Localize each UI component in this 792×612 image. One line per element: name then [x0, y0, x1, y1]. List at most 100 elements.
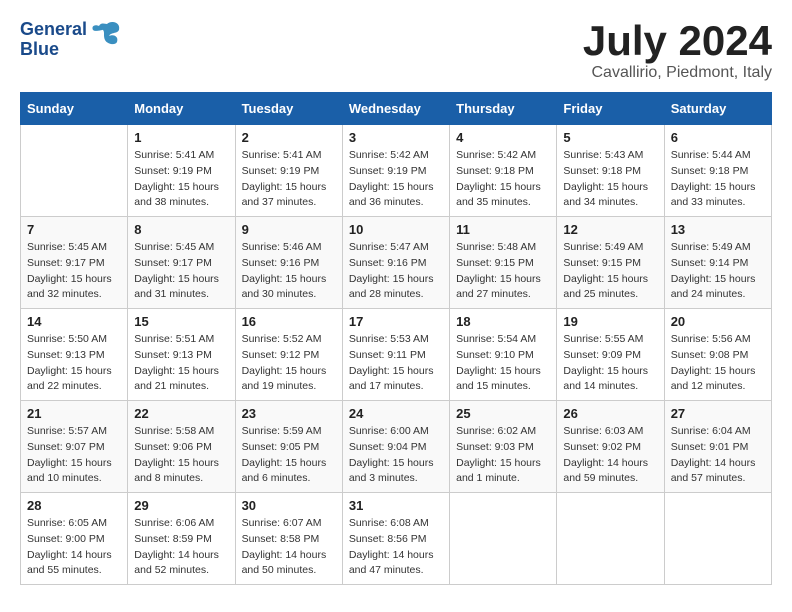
calendar-cell: 28 Sunrise: 6:05 AM Sunset: 9:00 PM Dayli… [21, 493, 128, 585]
day-number: 28 [27, 498, 121, 513]
calendar-cell [664, 493, 771, 585]
calendar-cell: 17 Sunrise: 5:53 AM Sunset: 9:11 PM Dayli… [342, 309, 449, 401]
day-number: 8 [134, 222, 228, 237]
day-number: 5 [563, 130, 657, 145]
calendar-cell: 12 Sunrise: 5:49 AM Sunset: 9:15 PM Dayli… [557, 217, 664, 309]
day-info: Sunrise: 5:51 AM Sunset: 9:13 PM Dayligh… [134, 332, 228, 395]
calendar-cell: 21 Sunrise: 5:57 AM Sunset: 9:07 PM Dayli… [21, 401, 128, 493]
calendar-cell: 14 Sunrise: 5:50 AM Sunset: 9:13 PM Dayli… [21, 309, 128, 401]
day-number: 16 [242, 314, 336, 329]
calendar-cell: 18Sunrise: 5:54 AM Sunset: 9:10 PM Dayli… [450, 309, 557, 401]
title-section: July 2024 Cavallirio, Piedmont, Italy [583, 20, 772, 82]
day-number: 23 [242, 406, 336, 421]
calendar-cell [21, 125, 128, 217]
header-day-tuesday: Tuesday [235, 93, 342, 125]
day-number: 17 [349, 314, 443, 329]
day-number: 25 [456, 406, 550, 421]
day-info: Sunrise: 5:41 AM Sunset: 9:19 PM Dayligh… [134, 148, 228, 211]
day-info: Sunrise: 5:54 AM Sunset: 9:10 PM Dayligh… [456, 332, 550, 395]
logo-bird-icon [89, 16, 125, 57]
day-info: Sunrise: 5:59 AM Sunset: 9:05 PM Dayligh… [242, 424, 336, 487]
day-number: 19 [563, 314, 657, 329]
day-number: 24 [349, 406, 443, 421]
calendar-week-row: 28 Sunrise: 6:05 AM Sunset: 9:00 PM Dayli… [21, 493, 772, 585]
header-day-monday: Monday [128, 93, 235, 125]
day-info: Sunrise: 5:56 AM Sunset: 9:08 PM Dayligh… [671, 332, 765, 395]
day-info: Sunrise: 5:46 AM Sunset: 9:16 PM Dayligh… [242, 240, 336, 303]
day-number: 6 [671, 130, 765, 145]
calendar-cell [450, 493, 557, 585]
day-info: Sunrise: 5:52 AM Sunset: 9:12 PM Dayligh… [242, 332, 336, 395]
day-info: Sunrise: 5:43 AM Sunset: 9:18 PM Dayligh… [563, 148, 657, 211]
calendar-cell: 4Sunrise: 5:42 AM Sunset: 9:18 PM Daylig… [450, 125, 557, 217]
day-number: 22 [134, 406, 228, 421]
day-info: Sunrise: 6:07 AM Sunset: 8:58 PM Dayligh… [242, 516, 336, 579]
header: General Blue July 2024 Cavallirio, Piedm… [20, 20, 772, 82]
calendar-cell: 1Sunrise: 5:41 AM Sunset: 9:19 PM Daylig… [128, 125, 235, 217]
day-info: Sunrise: 5:48 AM Sunset: 9:15 PM Dayligh… [456, 240, 550, 303]
day-number: 26 [563, 406, 657, 421]
calendar-cell: 15 Sunrise: 5:51 AM Sunset: 9:13 PM Dayli… [128, 309, 235, 401]
day-info: Sunrise: 5:49 AM Sunset: 9:14 PM Dayligh… [671, 240, 765, 303]
day-info: Sunrise: 6:04 AM Sunset: 9:01 PM Dayligh… [671, 424, 765, 487]
day-info: Sunrise: 5:49 AM Sunset: 9:15 PM Dayligh… [563, 240, 657, 303]
calendar-cell: 2 Sunrise: 5:41 AM Sunset: 9:19 PM Daylig… [235, 125, 342, 217]
day-info: Sunrise: 6:02 AM Sunset: 9:03 PM Dayligh… [456, 424, 550, 487]
day-info: Sunrise: 5:57 AM Sunset: 9:07 PM Dayligh… [27, 424, 121, 487]
calendar-cell: 23 Sunrise: 5:59 AM Sunset: 9:05 PM Dayli… [235, 401, 342, 493]
day-number: 14 [27, 314, 121, 329]
calendar-cell: 20 Sunrise: 5:56 AM Sunset: 9:08 PM Dayli… [664, 309, 771, 401]
day-number: 21 [27, 406, 121, 421]
day-number: 29 [134, 498, 228, 513]
logo: General Blue [20, 20, 125, 60]
calendar-cell: 22 Sunrise: 5:58 AM Sunset: 9:06 PM Dayli… [128, 401, 235, 493]
calendar-header-row: SundayMondayTuesdayWednesdayThursdayFrid… [21, 93, 772, 125]
calendar-cell: 8 Sunrise: 5:45 AM Sunset: 9:17 PM Daylig… [128, 217, 235, 309]
calendar-cell: 25 Sunrise: 6:02 AM Sunset: 9:03 PM Dayli… [450, 401, 557, 493]
day-number: 31 [349, 498, 443, 513]
day-info: Sunrise: 5:42 AM Sunset: 9:18 PM Dayligh… [456, 148, 550, 211]
day-number: 2 [242, 130, 336, 145]
header-day-saturday: Saturday [664, 93, 771, 125]
calendar-week-row: 21 Sunrise: 5:57 AM Sunset: 9:07 PM Dayli… [21, 401, 772, 493]
calendar-cell: 10 Sunrise: 5:47 AM Sunset: 9:16 PM Dayli… [342, 217, 449, 309]
day-info: Sunrise: 5:45 AM Sunset: 9:17 PM Dayligh… [27, 240, 121, 303]
day-info: Sunrise: 5:55 AM Sunset: 9:09 PM Dayligh… [563, 332, 657, 395]
day-info: Sunrise: 5:58 AM Sunset: 9:06 PM Dayligh… [134, 424, 228, 487]
day-info: Sunrise: 5:50 AM Sunset: 9:13 PM Dayligh… [27, 332, 121, 395]
day-info: Sunrise: 6:06 AM Sunset: 8:59 PM Dayligh… [134, 516, 228, 579]
location-subtitle: Cavallirio, Piedmont, Italy [583, 64, 772, 82]
calendar-cell: 30 Sunrise: 6:07 AM Sunset: 8:58 PM Dayli… [235, 493, 342, 585]
day-info: Sunrise: 6:05 AM Sunset: 9:00 PM Dayligh… [27, 516, 121, 579]
header-day-wednesday: Wednesday [342, 93, 449, 125]
day-number: 13 [671, 222, 765, 237]
day-number: 12 [563, 222, 657, 237]
header-day-friday: Friday [557, 93, 664, 125]
day-info: Sunrise: 5:47 AM Sunset: 9:16 PM Dayligh… [349, 240, 443, 303]
day-info: Sunrise: 5:41 AM Sunset: 9:19 PM Dayligh… [242, 148, 336, 211]
calendar-cell: 19 Sunrise: 5:55 AM Sunset: 9:09 PM Dayli… [557, 309, 664, 401]
day-number: 30 [242, 498, 336, 513]
day-number: 10 [349, 222, 443, 237]
calendar-cell: 13 Sunrise: 5:49 AM Sunset: 9:14 PM Dayli… [664, 217, 771, 309]
day-number: 20 [671, 314, 765, 329]
header-day-thursday: Thursday [450, 93, 557, 125]
logo-general: General [20, 20, 87, 40]
day-info: Sunrise: 5:45 AM Sunset: 9:17 PM Dayligh… [134, 240, 228, 303]
calendar-cell: 16 Sunrise: 5:52 AM Sunset: 9:12 PM Dayli… [235, 309, 342, 401]
day-number: 9 [242, 222, 336, 237]
calendar-cell: 31Sunrise: 6:08 AM Sunset: 8:56 PM Dayli… [342, 493, 449, 585]
day-info: Sunrise: 6:00 AM Sunset: 9:04 PM Dayligh… [349, 424, 443, 487]
calendar-week-row: 14 Sunrise: 5:50 AM Sunset: 9:13 PM Dayli… [21, 309, 772, 401]
calendar-cell: 26Sunrise: 6:03 AM Sunset: 9:02 PM Dayli… [557, 401, 664, 493]
calendar-cell: 3Sunrise: 5:42 AM Sunset: 9:19 PM Daylig… [342, 125, 449, 217]
day-number: 3 [349, 130, 443, 145]
day-info: Sunrise: 5:53 AM Sunset: 9:11 PM Dayligh… [349, 332, 443, 395]
day-number: 7 [27, 222, 121, 237]
day-number: 15 [134, 314, 228, 329]
logo-blue: Blue [20, 40, 87, 60]
calendar-cell [557, 493, 664, 585]
day-info: Sunrise: 5:44 AM Sunset: 9:18 PM Dayligh… [671, 148, 765, 211]
day-number: 27 [671, 406, 765, 421]
calendar-week-row: 1Sunrise: 5:41 AM Sunset: 9:19 PM Daylig… [21, 125, 772, 217]
